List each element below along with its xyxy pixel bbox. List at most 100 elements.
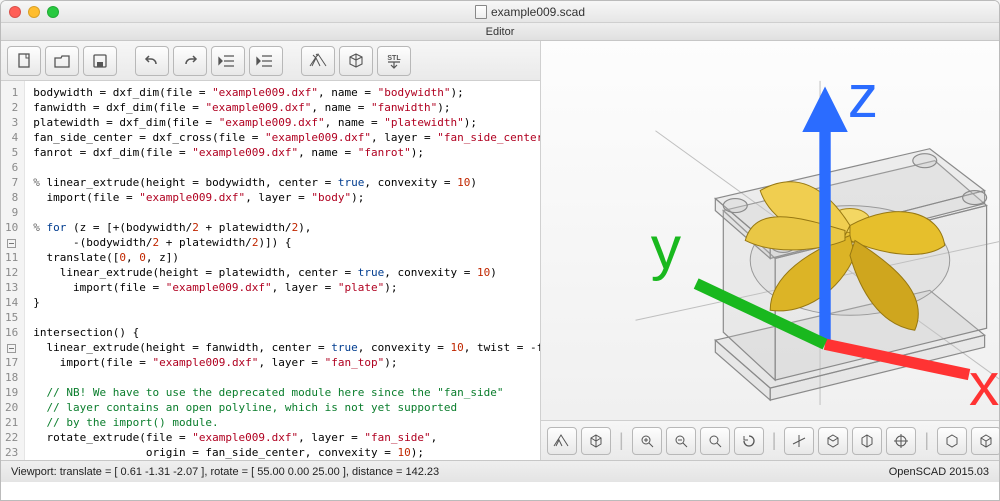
- code-line: import(file = "example009.dxf", layer = …: [33, 190, 540, 205]
- titlebar: example009.scad: [1, 1, 999, 23]
- code-line: -(bodywidth/2 + platewidth/2)]) {: [33, 235, 540, 250]
- code-line: [33, 370, 540, 385]
- render-button[interactable]: [339, 46, 373, 76]
- axis-x-label: x: [969, 350, 999, 418]
- app-window: example009.scad Editor STL 12345: [0, 0, 1000, 501]
- code-editor[interactable]: 1234567891011121314151617181920212223242…: [1, 81, 540, 460]
- code-line: fanrot = dxf_dim(file = "example009.dxf"…: [33, 145, 540, 160]
- code-line: // by the import() module.: [33, 415, 540, 430]
- show-edges-button[interactable]: [937, 427, 967, 455]
- code-line: linear_extrude(height = fanwidth, center…: [33, 340, 540, 355]
- close-button[interactable]: [9, 6, 21, 18]
- line-number: 8: [5, 190, 18, 205]
- open-button[interactable]: [45, 46, 79, 76]
- panel-title-text: Editor: [486, 26, 515, 38]
- stl-export-button[interactable]: STL: [377, 46, 411, 76]
- line-number: 18: [5, 370, 18, 385]
- code-line: import(file = "example009.dxf", layer = …: [33, 280, 540, 295]
- show-crosshair-button[interactable]: [886, 427, 916, 455]
- panel-title-editor: Editor: [1, 23, 999, 41]
- line-number: 2: [5, 100, 18, 115]
- minimize-button[interactable]: [28, 6, 40, 18]
- undo-button[interactable]: [135, 46, 169, 76]
- line-number: 19: [5, 385, 18, 400]
- code-line: intersection() {: [33, 325, 540, 340]
- code-line: fanwidth = dxf_dim(file = "example009.dx…: [33, 100, 540, 115]
- line-number: 23: [5, 445, 18, 460]
- line-number: 13: [5, 280, 18, 295]
- view-bottom-button[interactable]: [852, 427, 882, 455]
- code-line: [33, 160, 540, 175]
- code-line: // NB! We have to use the deprecated mod…: [33, 385, 540, 400]
- line-number: 1: [5, 85, 18, 100]
- preview-button[interactable]: [301, 46, 335, 76]
- line-number: 11: [5, 235, 18, 265]
- view-top-button[interactable]: [818, 427, 848, 455]
- indent-button[interactable]: [249, 46, 283, 76]
- window-title-text: example009.scad: [491, 5, 585, 19]
- code-line: translate([0, 0, z]): [33, 250, 540, 265]
- outdent-button[interactable]: [211, 46, 245, 76]
- view-preview-button[interactable]: [547, 427, 577, 455]
- code-line: fan_side_center = dxf_cross(file = "exam…: [33, 130, 540, 145]
- editor-panel: STL 123456789101112131415161718192021222…: [1, 41, 541, 460]
- axis-y-label: y: [651, 213, 682, 281]
- version-label: OpenSCAD 2015.03: [889, 466, 989, 478]
- viewport-panel: z x y | | |: [541, 41, 1000, 460]
- toolbar-separator: |: [924, 430, 929, 451]
- toolbar-separator: |: [772, 430, 777, 451]
- code-line: rotate_extrude(file = "example009.dxf", …: [33, 430, 540, 445]
- code-line: origin = fan_side_center, convexity = 10…: [33, 445, 540, 460]
- 3d-viewport[interactable]: z x y: [541, 41, 1000, 420]
- line-number: 12: [5, 265, 18, 280]
- code-line: platewidth = dxf_dim(file = "example009.…: [33, 115, 540, 130]
- code-line: import(file = "example009.dxf", layer = …: [33, 355, 540, 370]
- line-number: 9: [5, 205, 18, 220]
- viewport-status-text: Viewport: translate = [ 0.61 -1.31 -2.07…: [11, 466, 439, 478]
- wireframe-button[interactable]: [971, 427, 1000, 455]
- line-number: 4: [5, 130, 18, 145]
- line-gutter: 1234567891011121314151617181920212223242…: [1, 81, 25, 460]
- axis-z-label: z: [848, 62, 878, 130]
- code-line: % for (z = [+(bodywidth/2 + platewidth/2…: [33, 220, 540, 235]
- svg-text:STL: STL: [387, 55, 401, 62]
- code-content[interactable]: bodywidth = dxf_dim(file = "example009.d…: [25, 81, 540, 460]
- line-number: 20: [5, 400, 18, 415]
- line-number: 21: [5, 415, 18, 430]
- redo-button[interactable]: [173, 46, 207, 76]
- line-number: 14: [5, 295, 18, 310]
- save-button[interactable]: [83, 46, 117, 76]
- code-line: // layer contains an open polyline, whic…: [33, 400, 540, 415]
- line-number: 7: [5, 175, 18, 190]
- reset-view-button[interactable]: [734, 427, 764, 455]
- zoom-out-button[interactable]: [666, 427, 696, 455]
- window-controls: [9, 6, 59, 18]
- zoom-button[interactable]: [47, 6, 59, 18]
- line-number: 17: [5, 340, 18, 370]
- toggle-axes-button[interactable]: [784, 427, 814, 455]
- zoom-fit-button[interactable]: [700, 427, 730, 455]
- new-button[interactable]: [7, 46, 41, 76]
- view-render-button[interactable]: [581, 427, 611, 455]
- line-number: 3: [5, 115, 18, 130]
- code-line: [33, 310, 540, 325]
- axis-gizmo: z x y: [541, 41, 1000, 420]
- line-number: 16: [5, 325, 18, 340]
- status-bar: Viewport: translate = [ 0.61 -1.31 -2.07…: [1, 460, 999, 482]
- zoom-in-button[interactable]: [632, 427, 662, 455]
- viewport-toolbar: | | |: [541, 420, 1000, 460]
- code-line: }: [33, 295, 540, 310]
- line-number: 22: [5, 430, 18, 445]
- toolbar-separator: |: [619, 430, 624, 451]
- code-line: bodywidth = dxf_dim(file = "example009.d…: [33, 85, 540, 100]
- workspace: STL 123456789101112131415161718192021222…: [1, 41, 999, 460]
- document-icon: [475, 5, 487, 19]
- line-number: 15: [5, 310, 18, 325]
- line-number: 5: [5, 145, 18, 160]
- code-line: linear_extrude(height = platewidth, cent…: [33, 265, 540, 280]
- editor-toolbar: STL: [1, 41, 540, 81]
- line-number: 10: [5, 220, 18, 235]
- code-line: % linear_extrude(height = bodywidth, cen…: [33, 175, 540, 190]
- window-title: example009.scad: [69, 5, 991, 19]
- line-number: 6: [5, 160, 18, 175]
